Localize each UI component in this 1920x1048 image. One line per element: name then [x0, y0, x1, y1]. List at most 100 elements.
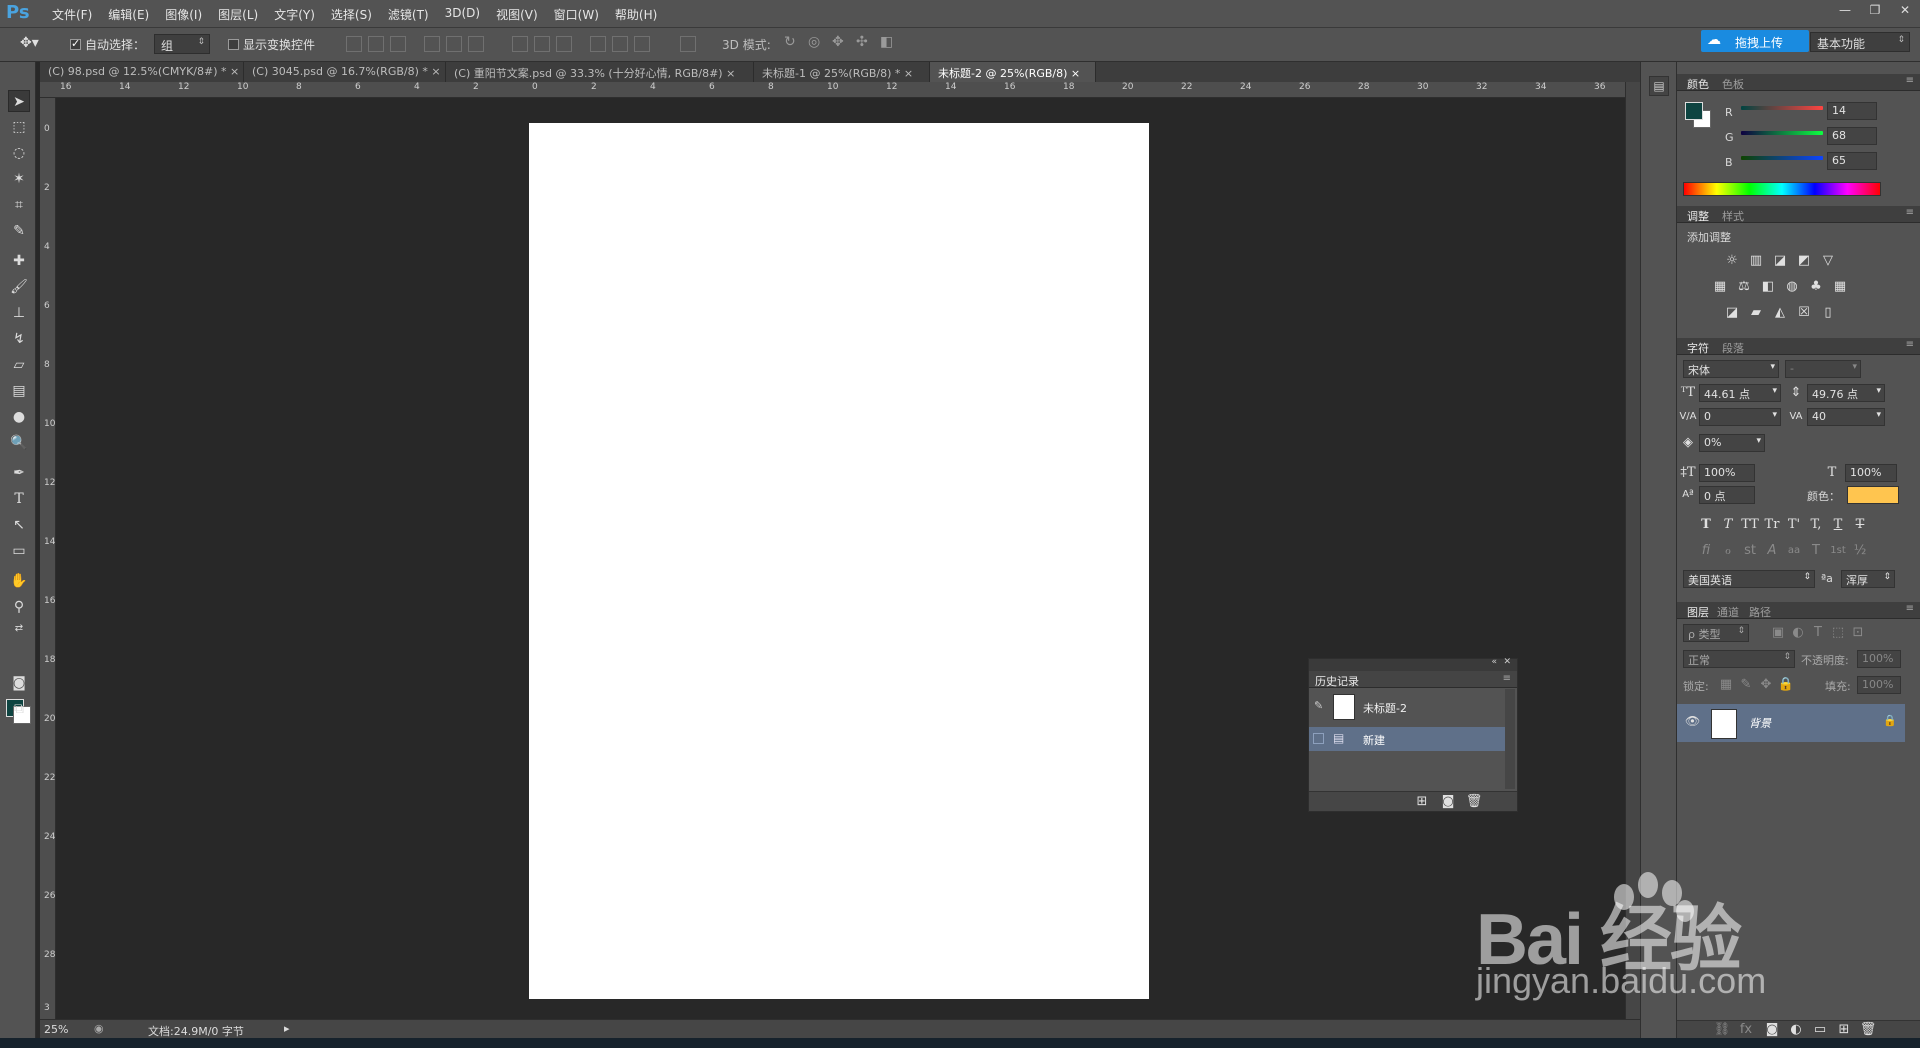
- align-hcenter-icon[interactable]: [446, 36, 462, 52]
- layer-row-background[interactable]: 👁 背景 🔒: [1677, 704, 1905, 742]
- tsume-field[interactable]: 0% ▾: [1699, 434, 1765, 452]
- font-family-select[interactable]: 宋体 ▾: [1683, 360, 1779, 378]
- 3d-pan-icon[interactable]: ✥: [832, 34, 844, 50]
- kerning-field[interactable]: 0 ▾: [1699, 408, 1781, 426]
- threshold-adjust-icon[interactable]: ◭: [1771, 304, 1789, 322]
- marquee-tool-icon[interactable]: ⬚: [8, 116, 30, 138]
- swap-colors-icon[interactable]: ⇄: [8, 622, 30, 636]
- close-icon[interactable]: ×: [1071, 67, 1080, 80]
- lock-transparent-icon[interactable]: ▦: [1717, 676, 1735, 694]
- opacity-field[interactable]: 100%: [1857, 650, 1901, 668]
- zoom-level[interactable]: 25%: [44, 1023, 68, 1036]
- b-value[interactable]: 65: [1827, 152, 1877, 170]
- layer-style-icon[interactable]: fx: [1737, 1021, 1755, 1039]
- panel-menu-icon[interactable]: ≡: [1906, 207, 1914, 218]
- lock-position-icon[interactable]: ✥: [1757, 676, 1775, 694]
- add-mask-icon[interactable]: ◙: [1763, 1021, 1781, 1039]
- color-fg-swatch-front[interactable]: [1685, 102, 1703, 120]
- 3d-scale-icon[interactable]: ◧: [880, 34, 893, 50]
- menu-filter[interactable]: 滤镜(T): [380, 6, 437, 23]
- layer-name[interactable]: 背景: [1749, 715, 1771, 731]
- stylistic-alt-button[interactable]: st: [1741, 542, 1759, 560]
- canvas-scrollbar[interactable]: [1625, 82, 1640, 1019]
- dodge-tool-icon[interactable]: 🔍: [8, 432, 30, 454]
- fractions-button[interactable]: ½: [1851, 542, 1869, 560]
- auto-align-icon[interactable]: [680, 36, 696, 52]
- menu-select[interactable]: 选择(S): [323, 6, 380, 23]
- doc-tab-3045[interactable]: (C) 3045.psd @ 16.7%(RGB/8) * ×: [244, 62, 446, 82]
- 3d-rotate-icon[interactable]: ↻: [784, 34, 796, 50]
- history-snapshot[interactable]: ✎ 未标题-2: [1309, 691, 1505, 723]
- faux-italic-button[interactable]: T: [1719, 516, 1737, 534]
- distribute-vcenter-icon[interactable]: [534, 36, 550, 52]
- screen-mode-icon[interactable]: ⧉: [8, 698, 30, 720]
- close-icon[interactable]: ✕: [1503, 657, 1511, 667]
- workspace-dropdown[interactable]: 基本功能 ⇕: [1810, 32, 1910, 52]
- gradient-map-adjust-icon[interactable]: ▯: [1819, 304, 1837, 322]
- panel-menu-icon[interactable]: ≡: [1906, 339, 1914, 350]
- history-brush-tool-icon[interactable]: ↯: [8, 328, 30, 350]
- eye-icon[interactable]: 👁: [1685, 714, 1700, 728]
- tab-channels[interactable]: 通道: [1717, 604, 1739, 620]
- quick-mask-icon[interactable]: ◙: [8, 672, 30, 694]
- new-document-from-state-icon[interactable]: ⊞: [1413, 793, 1431, 811]
- menu-view[interactable]: 视图(V): [488, 6, 546, 23]
- r-slider[interactable]: [1741, 106, 1823, 110]
- small-caps-button[interactable]: Tr: [1763, 516, 1781, 534]
- history-source-checkbox[interactable]: [1313, 733, 1324, 744]
- status-menu-arrow-icon[interactable]: ▸: [284, 1022, 290, 1035]
- antialias-select[interactable]: 浑厚 ⇕: [1841, 570, 1895, 588]
- menu-3d[interactable]: 3D(D): [437, 6, 488, 23]
- tab-paths[interactable]: 路径: [1749, 604, 1771, 620]
- distribute-top-icon[interactable]: [512, 36, 528, 52]
- blur-tool-icon[interactable]: ●: [8, 406, 30, 428]
- doc-tab-untitled-2[interactable]: 未标题-2 @ 25%(RGB/8) ×: [930, 62, 1096, 82]
- brightness-adjust-icon[interactable]: ☼: [1723, 252, 1741, 270]
- 3d-roll-icon[interactable]: ◎: [808, 34, 820, 50]
- ordinals-button[interactable]: 1st: [1829, 542, 1847, 560]
- tracking-field[interactable]: 40 ▾: [1807, 408, 1885, 426]
- all-caps-button[interactable]: TT: [1741, 516, 1759, 534]
- g-slider[interactable]: [1741, 131, 1823, 135]
- filter-pixel-icon[interactable]: ▣: [1769, 624, 1787, 642]
- distribute-bottom-icon[interactable]: [556, 36, 572, 52]
- crop-tool-icon[interactable]: ⌗: [8, 194, 30, 216]
- history-step[interactable]: ▤ 新建: [1309, 727, 1505, 751]
- align-vcenter-icon[interactable]: [368, 36, 384, 52]
- brush-tool-icon[interactable]: 🖌: [8, 276, 30, 298]
- close-icon[interactable]: ×: [904, 67, 913, 80]
- delete-layer-icon[interactable]: 🗑: [1859, 1021, 1877, 1039]
- shape-tool-icon[interactable]: ▭: [8, 540, 30, 562]
- upload-button[interactable]: ☁ 拖拽上传: [1701, 30, 1809, 52]
- distribute-hcenter-icon[interactable]: [612, 36, 628, 52]
- filter-shape-icon[interactable]: ⬚: [1829, 624, 1847, 642]
- close-icon[interactable]: ×: [230, 65, 239, 78]
- align-top-icon[interactable]: [346, 36, 362, 52]
- menu-window[interactable]: 窗口(W): [546, 6, 607, 23]
- filter-adjust-icon[interactable]: ◐: [1789, 624, 1807, 642]
- text-color-swatch[interactable]: [1847, 486, 1899, 504]
- hand-tool-icon[interactable]: ✋: [8, 570, 30, 592]
- menu-type[interactable]: 文字(Y): [266, 6, 323, 23]
- menu-file[interactable]: 文件(F): [44, 6, 100, 23]
- clone-stamp-tool-icon[interactable]: ⊥: [8, 302, 30, 324]
- filter-smart-icon[interactable]: ⊡: [1849, 624, 1867, 642]
- leading-field[interactable]: 49.76 点 ▾: [1807, 384, 1885, 402]
- superscript-button[interactable]: T': [1785, 516, 1803, 534]
- close-window-button[interactable]: ✕: [1890, 0, 1920, 20]
- auto-select-checkbox[interactable]: 自动选择：: [70, 36, 145, 53]
- tab-styles[interactable]: 样式: [1722, 208, 1744, 224]
- underline-button[interactable]: T: [1829, 516, 1847, 534]
- minimize-button[interactable]: —: [1830, 0, 1860, 20]
- alt-ligature-button[interactable]: ℴ: [1719, 542, 1737, 560]
- layer-filter-select[interactable]: ρ 类型 ⇕: [1683, 624, 1749, 642]
- vertical-scale-field[interactable]: 100%: [1699, 464, 1755, 482]
- tab-paragraph[interactable]: 段落: [1722, 340, 1744, 356]
- restore-button[interactable]: ❐: [1860, 0, 1890, 20]
- path-selection-tool-icon[interactable]: ↖: [8, 514, 30, 536]
- document-canvas[interactable]: [529, 123, 1149, 999]
- lock-pixels-icon[interactable]: ✎: [1737, 676, 1755, 694]
- distribute-left-icon[interactable]: [590, 36, 606, 52]
- healing-brush-tool-icon[interactable]: ✚: [8, 250, 30, 272]
- subscript-button[interactable]: T,: [1807, 516, 1825, 534]
